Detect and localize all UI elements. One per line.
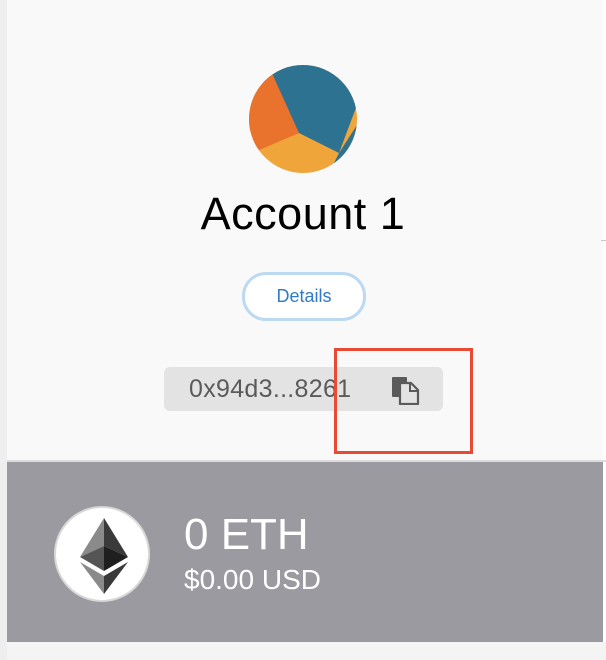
usd-balance: $0.00 USD [184,564,321,595]
eth-balance: 0 ETH [184,510,309,559]
left-edge [0,0,7,660]
identicon-avatar-icon [249,65,357,173]
account-name: Account 1 [200,188,406,239]
ethereum-logo-icon [80,518,128,594]
bottom-strip [7,642,606,660]
panel-edge-tick [601,240,606,241]
highlight-box [334,348,473,454]
account-avatar[interactable] [249,65,357,173]
account-address: 0x94d3...8261 [189,375,352,403]
details-button[interactable]: Details [242,272,366,321]
balance-section: 0 ETH $0.00 USD [7,462,603,642]
token-badge [54,506,150,602]
